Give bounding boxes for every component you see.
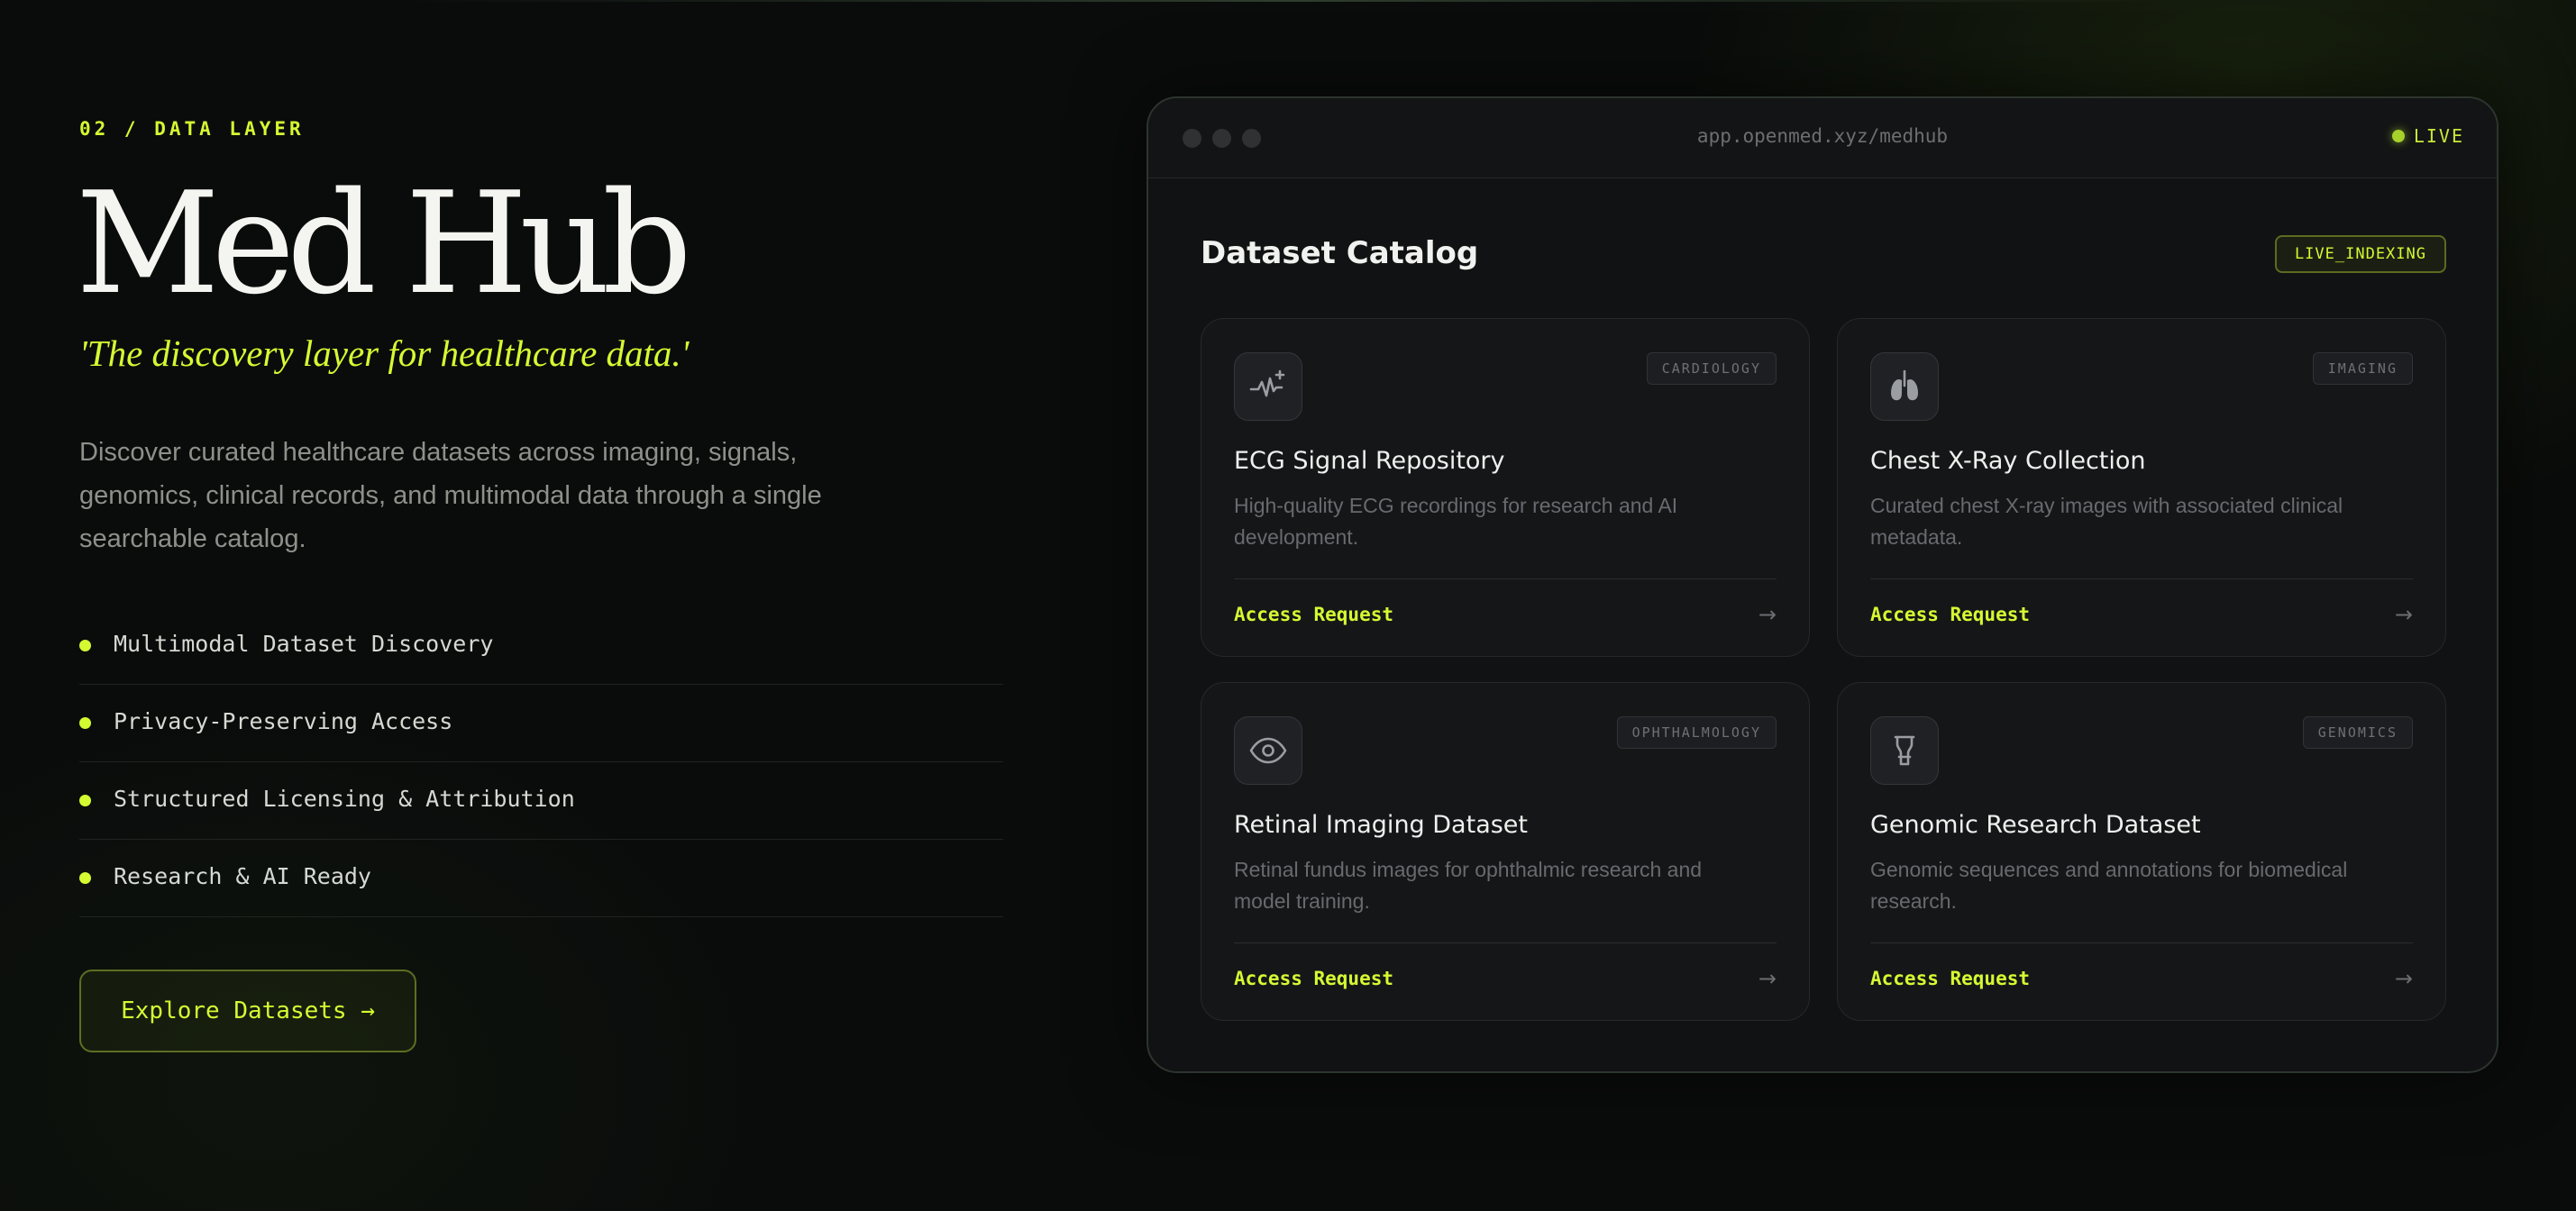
access-request-link[interactable]: Access Request bbox=[1870, 968, 2030, 989]
dataset-card-ecg[interactable]: CARDIOLOGY ECG Signal Repository High-qu… bbox=[1201, 318, 1810, 657]
category-tag: IMAGING bbox=[2312, 352, 2413, 385]
feature-label: Privacy-Preserving Access bbox=[114, 708, 453, 734]
dataset-description: Genomic sequences and annotations for bi… bbox=[1870, 858, 2348, 913]
live-label: LIVE bbox=[2413, 125, 2464, 147]
hero-description: Discover curated healthcare datasets acr… bbox=[79, 438, 822, 553]
dataset-card-retinal[interactable]: OPHTHALMOLOGY Retinal Imaging Dataset Re… bbox=[1201, 682, 1810, 1021]
lungs-icon bbox=[1870, 352, 1939, 421]
feature-list: Multimodal Dataset Discovery Privacy-Pre… bbox=[79, 607, 1003, 917]
access-request-link[interactable]: Access Request bbox=[1870, 604, 2030, 625]
ecg-pulse-icon bbox=[1234, 352, 1302, 421]
card-divider bbox=[1870, 942, 2413, 943]
access-request-link[interactable]: Access Request bbox=[1234, 604, 1393, 625]
bullet-dot-icon bbox=[79, 640, 91, 651]
category-tag: CARDIOLOGY bbox=[1646, 352, 1777, 385]
dataset-title: Chest X-Ray Collection bbox=[1870, 447, 2146, 475]
dataset-card-chest-xray[interactable]: IMAGING Chest X-Ray Collection Curated c… bbox=[1837, 318, 2446, 657]
category-tag: GENOMICS bbox=[2302, 716, 2413, 749]
card-divider bbox=[1870, 578, 2413, 579]
live-indexing-badge: LIVE_INDEXING bbox=[2274, 235, 2446, 273]
dataset-card-genomic[interactable]: GENOMICS Genomic Research Dataset Genomi… bbox=[1837, 682, 2446, 1021]
feature-label: Research & AI Ready bbox=[114, 863, 371, 889]
category-tag: OPHTHALMOLOGY bbox=[1616, 716, 1777, 749]
dataset-description: High-quality ECG recordings for research… bbox=[1234, 494, 1678, 549]
test-tube-icon bbox=[1870, 716, 1939, 785]
app-window: app.openmed.xyz/medhub LIVE Dataset Cata… bbox=[1146, 96, 2498, 1073]
feature-item: Structured Licensing & Attribution bbox=[79, 762, 1003, 840]
access-request-link[interactable]: Access Request bbox=[1234, 968, 1393, 989]
dataset-title: Retinal Imaging Dataset bbox=[1234, 811, 1529, 839]
explore-datasets-button[interactable]: Explore Datasets → bbox=[79, 970, 416, 1052]
bullet-dot-icon bbox=[79, 717, 91, 729]
live-dot-icon bbox=[2391, 130, 2405, 142]
catalog-title: Dataset Catalog bbox=[1201, 235, 1479, 271]
feature-item: Multimodal Dataset Discovery bbox=[79, 607, 1003, 685]
arrow-right-icon[interactable]: → bbox=[1758, 966, 1777, 991]
window-titlebar: app.openmed.xyz/medhub LIVE bbox=[1148, 98, 2497, 178]
card-divider bbox=[1234, 578, 1777, 579]
top-divider-line bbox=[406, 0, 2172, 2]
arrow-right-icon[interactable]: → bbox=[2395, 602, 2413, 627]
bullet-dot-icon bbox=[79, 872, 91, 884]
feature-label: Multimodal Dataset Discovery bbox=[114, 631, 494, 657]
arrow-right-icon[interactable]: → bbox=[1758, 602, 1777, 627]
dataset-title: Genomic Research Dataset bbox=[1870, 811, 2201, 839]
dataset-title: ECG Signal Repository bbox=[1234, 447, 1505, 475]
hero-tagline: 'The discovery layer for healthcare data… bbox=[79, 332, 690, 374]
eye-icon bbox=[1234, 716, 1302, 785]
feature-item: Privacy-Preserving Access bbox=[79, 685, 1003, 762]
page-title: Med Hub bbox=[76, 161, 692, 325]
live-status: LIVE bbox=[2391, 125, 2464, 147]
feature-label: Structured Licensing & Attribution bbox=[114, 786, 575, 812]
address-bar-url: app.openmed.xyz/medhub bbox=[1696, 125, 1949, 147]
card-divider bbox=[1234, 942, 1777, 943]
dataset-description: Retinal fundus images for ophthalmic res… bbox=[1234, 858, 1703, 913]
dataset-description: Curated chest X-ray images with associat… bbox=[1870, 494, 2343, 549]
section-eyebrow: 02 / DATA LAYER bbox=[79, 118, 305, 140]
feature-item: Research & AI Ready bbox=[79, 840, 1003, 917]
arrow-right-icon[interactable]: → bbox=[2395, 966, 2413, 991]
bullet-dot-icon bbox=[79, 795, 91, 806]
